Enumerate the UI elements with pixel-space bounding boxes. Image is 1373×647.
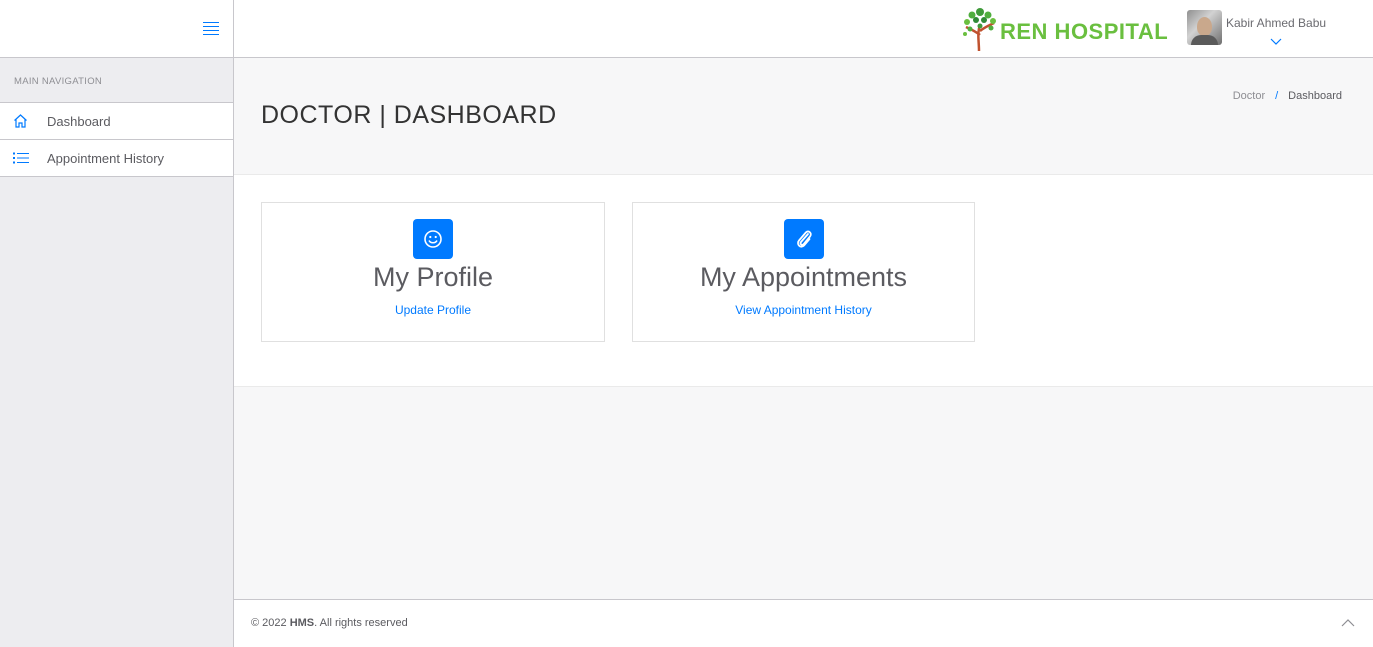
main-content: DOCTOR | DASHBOARD Doctor / Dashboard My… (234, 58, 1373, 387)
avatar (1187, 10, 1222, 45)
breadcrumb: Doctor / Dashboard (1233, 90, 1342, 102)
menu-toggle-icon[interactable] (203, 22, 219, 35)
sidebar-item-appointment-history[interactable]: Appointment History (0, 140, 233, 177)
profile-card: My Profile Update Profile (261, 202, 605, 342)
view-appointment-history-link[interactable]: View Appointment History (735, 303, 872, 317)
breadcrumb-dashboard: Dashboard (1288, 90, 1342, 102)
update-profile-link[interactable]: Update Profile (395, 303, 471, 317)
breadcrumb-separator: / (1275, 90, 1279, 102)
sidebar-item-label: Dashboard (47, 113, 111, 129)
user-menu[interactable]: Kabir Ahmed Babu (1187, 10, 1326, 50)
page-title: DOCTOR | DASHBOARD (261, 101, 557, 129)
tree-logo-icon (963, 8, 996, 52)
smile-icon (413, 219, 453, 259)
sidebar-item-label: Appointment History (47, 150, 165, 166)
sidebar: MAIN NAVIGATION Dashboard Appointment Hi… (0, 0, 234, 647)
sidebar-item-dashboard[interactable]: Dashboard (0, 103, 233, 140)
copyright-brand: HMS (289, 617, 315, 629)
top-navbar: REN HOSPITAL Kabir Ahmed Babu (234, 0, 1373, 58)
chevron-down-icon[interactable] (1226, 32, 1326, 50)
sidebar-header (0, 0, 233, 58)
home-icon (0, 114, 47, 128)
copyright-text: © 2022 HMS. All rights reserved (251, 617, 408, 629)
copyright-prefix: © 2022 (251, 617, 287, 629)
appointments-card: My Appointments View Appointment History (632, 202, 975, 342)
nav-caption: MAIN NAVIGATION (0, 58, 233, 103)
hospital-logo[interactable]: REN HOSPITAL (962, 5, 1168, 53)
copyright-suffix: . All rights reserved (314, 617, 408, 629)
list-icon (0, 152, 47, 164)
card-title: My Appointments (699, 262, 908, 292)
logo-text: REN HOSPITAL (1000, 19, 1169, 44)
page-header: DOCTOR | DASHBOARD Doctor / Dashboard (234, 58, 1373, 175)
dashboard-cards: My Profile Update Profile My Appointment… (234, 175, 1373, 387)
chevron-up-icon[interactable] (1341, 614, 1355, 632)
breadcrumb-doctor[interactable]: Doctor (1233, 90, 1265, 102)
user-name: Kabir Ahmed Babu (1226, 16, 1327, 30)
footer: © 2022 HMS. All rights reserved (234, 599, 1373, 647)
paperclip-icon (783, 219, 824, 259)
card-title: My Profile (372, 262, 494, 292)
